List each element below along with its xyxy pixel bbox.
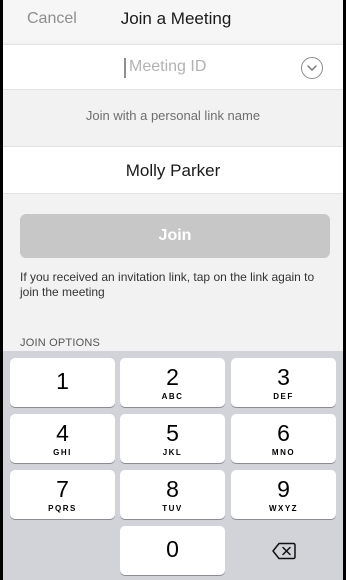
display-name-value: Molly Parker xyxy=(125,161,221,180)
chevron-down-circle-icon xyxy=(307,65,317,71)
delete-key[interactable] xyxy=(231,526,336,575)
app-screen: Cancel Join a Meeting Join with a person… xyxy=(3,0,343,580)
meeting-id-input[interactable] xyxy=(121,45,291,89)
key-4[interactable]: 4 GHI xyxy=(10,414,115,463)
backspace-icon xyxy=(271,542,296,559)
key-8[interactable]: 8 TUV xyxy=(120,470,225,519)
join-options-label: JOIN OPTIONS xyxy=(20,337,101,349)
key-7[interactable]: 7 PQRS xyxy=(10,470,115,519)
key-9[interactable]: 9 WXYZ xyxy=(231,470,336,519)
nav-bar: Cancel Join a Meeting xyxy=(3,0,343,42)
key-0[interactable]: 0 xyxy=(120,526,225,575)
numeric-keypad: 1 2 ABC 3 DEF 4 GHI 5 JKL 6 MNO 7 PQRS 8… xyxy=(3,351,343,580)
join-button[interactable]: Join xyxy=(20,214,330,258)
meeting-history-dropdown[interactable] xyxy=(301,57,323,79)
key-6[interactable]: 6 MNO xyxy=(231,414,336,463)
key-5[interactable]: 5 JKL xyxy=(120,414,225,463)
key-3[interactable]: 3 DEF xyxy=(231,358,336,407)
personal-link-row[interactable]: Join with a personal link name xyxy=(3,90,343,144)
personal-link-label: Join with a personal link name xyxy=(85,108,261,123)
invitation-info-text: If you received an invitation link, tap … xyxy=(20,270,315,299)
key-2[interactable]: 2 ABC xyxy=(120,358,225,407)
meeting-id-row xyxy=(3,44,343,90)
page-title: Join a Meeting xyxy=(120,9,232,28)
key-1[interactable]: 1 xyxy=(10,358,115,407)
display-name-field[interactable]: Molly Parker xyxy=(3,146,343,194)
